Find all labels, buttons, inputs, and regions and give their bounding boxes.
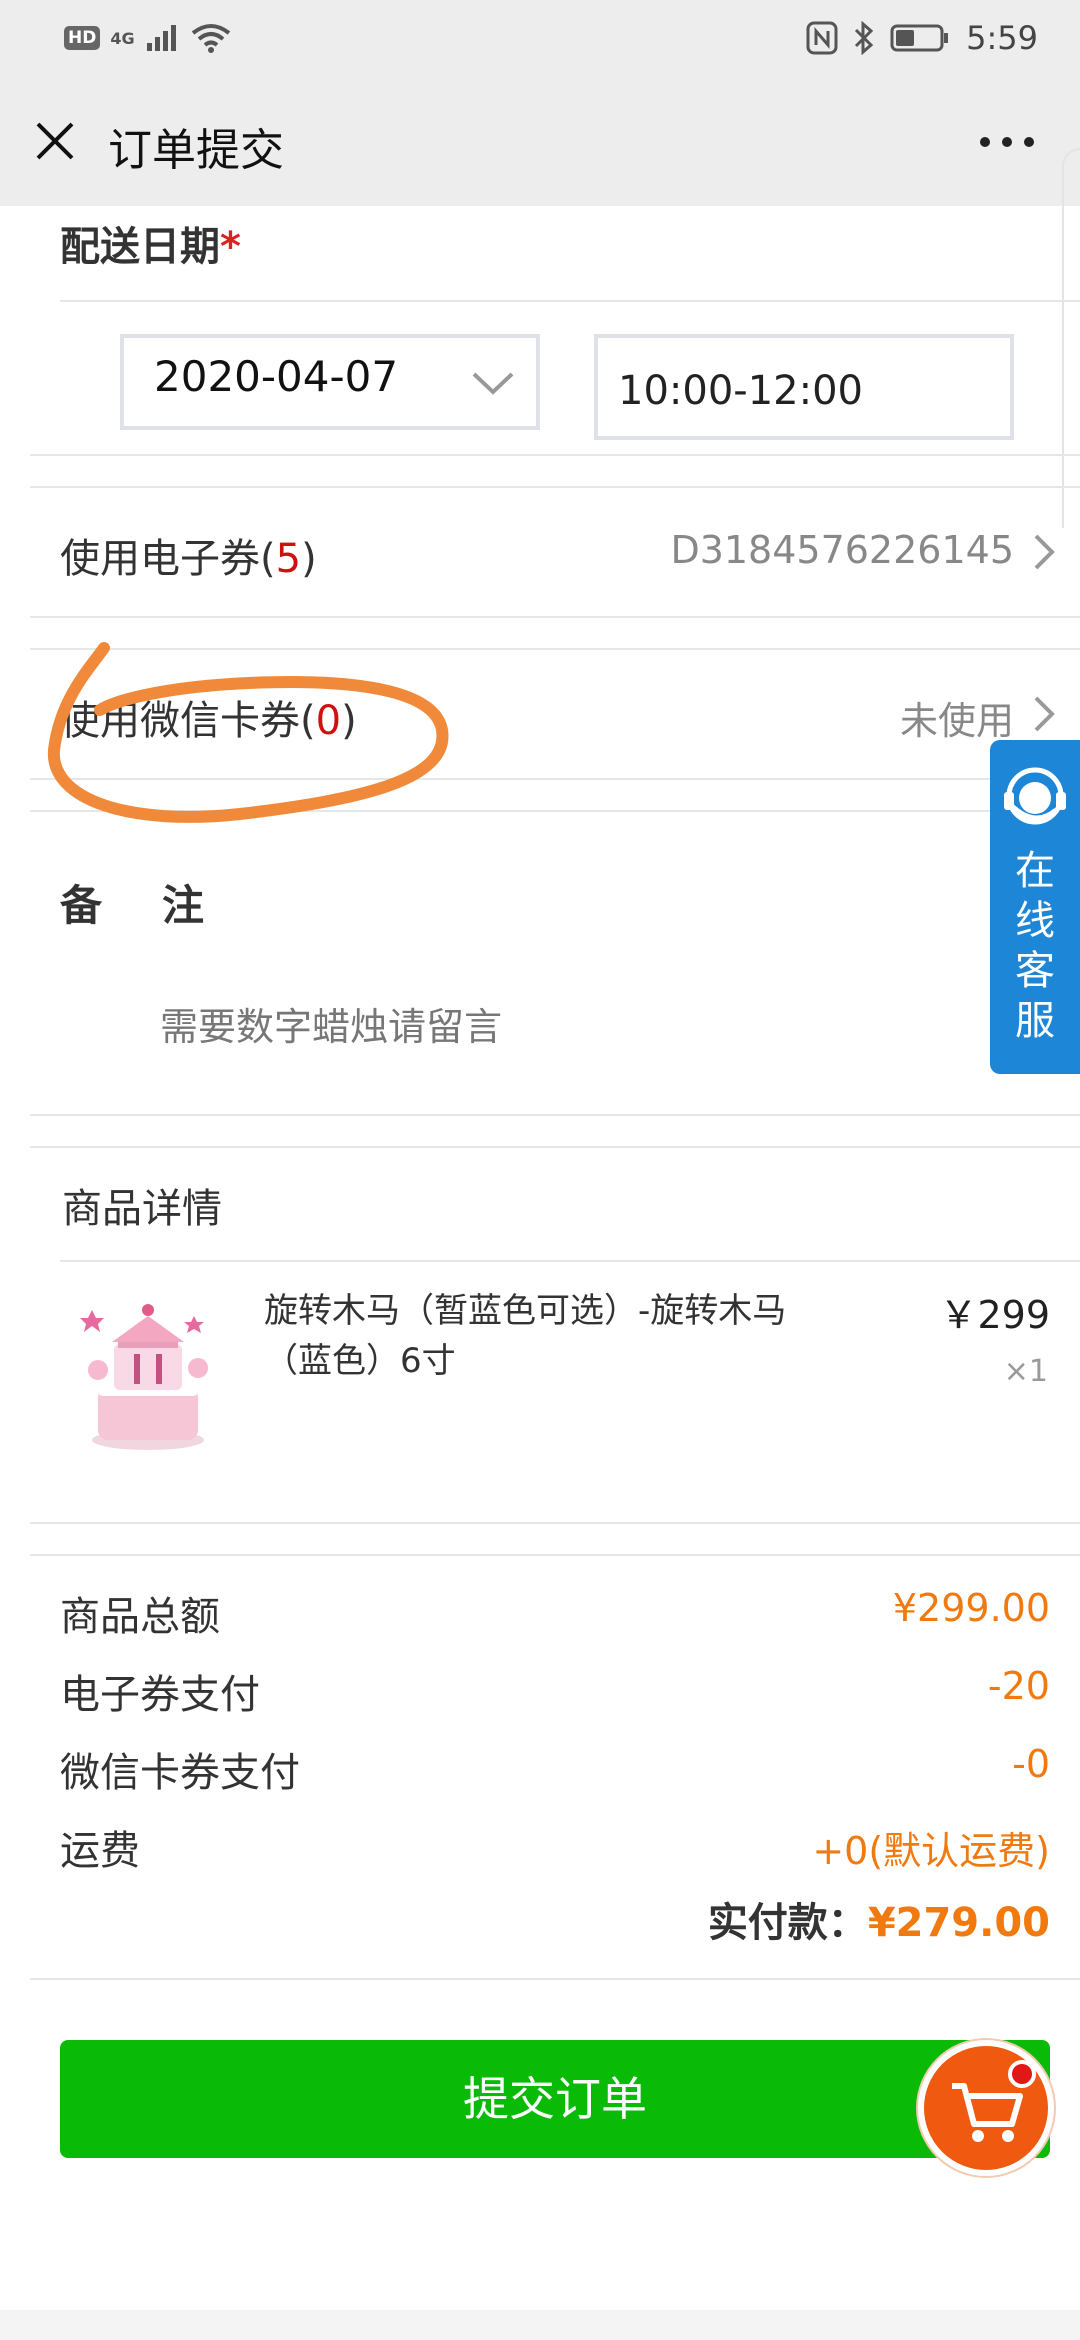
- bluetooth-icon: [855, 21, 874, 55]
- bottom-strip: [0, 2310, 1080, 2340]
- product-image: [80, 1304, 208, 1450]
- cart-button[interactable]: [918, 2040, 1054, 2176]
- divider: [30, 1114, 1080, 1116]
- time-slot-value: 10:00-12:00: [618, 368, 863, 414]
- close-icon[interactable]: [30, 116, 80, 166]
- nfc-icon: [806, 21, 838, 55]
- summary-shipping-value: +0(默认运费): [812, 1829, 1050, 1873]
- clock-time: 5:59: [966, 19, 1038, 57]
- time-slot-field[interactable]: 10:00-12:00: [594, 334, 1014, 440]
- online-service-label: 在 线 客 服: [990, 846, 1080, 1046]
- divider: [30, 810, 1080, 812]
- summary-ecoupon-label: 电子券支付: [60, 1672, 260, 1718]
- summary-wechat-coupon-value: -0: [1012, 1742, 1050, 1786]
- date-select[interactable]: 2020-04-07: [120, 334, 540, 430]
- divider: [30, 648, 1080, 650]
- service-char: 客: [1015, 948, 1055, 994]
- submit-order-button[interactable]: 提交订单: [60, 2040, 1050, 2158]
- summary-shipping-label: 运费: [60, 1828, 140, 1874]
- cart-icon: [952, 2083, 1023, 2142]
- summary-goods-total-value: ¥299.00: [892, 1586, 1050, 1630]
- service-char: 线: [1015, 898, 1055, 944]
- scroll-edge: [1062, 148, 1080, 528]
- wechat-coupon-paren-open: (: [300, 698, 316, 744]
- wechat-coupon-value: 未使用: [899, 699, 1014, 743]
- required-mark: *: [220, 224, 241, 270]
- ecoupon-value: D3184576226145: [670, 528, 1014, 572]
- remark-input[interactable]: 需要数字蜡烛请留言: [160, 996, 502, 1051]
- more-icon[interactable]: [980, 130, 1040, 154]
- ecoupon-label-text: 使用电子券: [60, 536, 260, 582]
- total-payable: 实付款：¥279.00: [708, 1890, 1050, 1948]
- delivery-date-title: 配送日期*: [60, 214, 241, 272]
- service-char: 在: [1015, 848, 1055, 894]
- status-bar: HD 4G 5:59: [0, 0, 1080, 78]
- cart-badge: [1008, 2060, 1036, 2088]
- wechat-coupon-paren-close: ): [341, 698, 357, 744]
- product-quantity: ×1: [1003, 1354, 1048, 1389]
- more-dot: [1024, 137, 1034, 147]
- delivery-date-label: 配送日期: [60, 224, 220, 270]
- online-service-button[interactable]: 在 线 客 服: [990, 740, 1080, 1074]
- more-dot: [1002, 137, 1012, 147]
- divider: [30, 454, 1080, 456]
- total-label: 实付款：: [707, 1900, 868, 1946]
- divider: [30, 486, 1080, 488]
- product-price: ￥299: [939, 1293, 1050, 1337]
- ecoupon-label: 使用电子券(5): [60, 526, 317, 584]
- headset-icon: [1004, 767, 1066, 825]
- wifi-icon: [191, 24, 230, 53]
- summary-goods-total-label: 商品总额: [60, 1594, 220, 1640]
- order-submit-screen: HD 4G 5:59 订单提交 配送日期* 2020-04-07 10:00-1…: [0, 0, 1080, 2340]
- ecoupon-count: 5: [275, 536, 302, 582]
- wechat-coupon-label-text: 使用微信卡券: [60, 698, 300, 744]
- divider: [60, 300, 1080, 302]
- status-left: HD 4G: [64, 18, 231, 58]
- network-label: 4G: [110, 28, 135, 48]
- nav-bar: 订单提交: [0, 78, 1080, 206]
- chevron-right-icon: [1034, 534, 1055, 570]
- summary-wechat-coupon-label: 微信卡券支付: [60, 1750, 300, 1796]
- divider: [30, 1978, 1080, 1980]
- wechat-coupon-label: 使用微信卡券(0): [60, 688, 357, 746]
- ecoupon-paren-open: (: [260, 536, 276, 582]
- total-amount: ¥279.00: [867, 1900, 1050, 1946]
- remark-title: 备注: [60, 881, 265, 930]
- chevron-right-icon: [1034, 696, 1055, 732]
- date-value: 2020-04-07: [154, 352, 399, 401]
- service-char: 服: [1015, 998, 1055, 1044]
- hd-badge: HD: [64, 26, 101, 50]
- divider: [30, 616, 1080, 618]
- status-right: 5:59: [806, 16, 1038, 60]
- divider: [30, 778, 1080, 780]
- product-section-title: 商品详情: [62, 1186, 222, 1232]
- divider: [30, 1554, 1080, 1556]
- signal-icon: [146, 25, 176, 51]
- ecoupon-paren-close: ): [301, 536, 317, 582]
- summary-ecoupon-value: -20: [987, 1664, 1050, 1708]
- more-dot: [980, 137, 990, 147]
- wechat-coupon-count: 0: [315, 698, 342, 744]
- chevron-down-icon: [472, 372, 514, 395]
- product-name: 旋转木马（暂蓝色可选）-旋转木马（蓝色）6寸: [264, 1291, 787, 1381]
- battery-icon: [890, 24, 949, 52]
- page-title: 订单提交: [108, 125, 284, 176]
- divider: [30, 1146, 1080, 1148]
- divider: [30, 1522, 1080, 1524]
- divider: [60, 1260, 1080, 1262]
